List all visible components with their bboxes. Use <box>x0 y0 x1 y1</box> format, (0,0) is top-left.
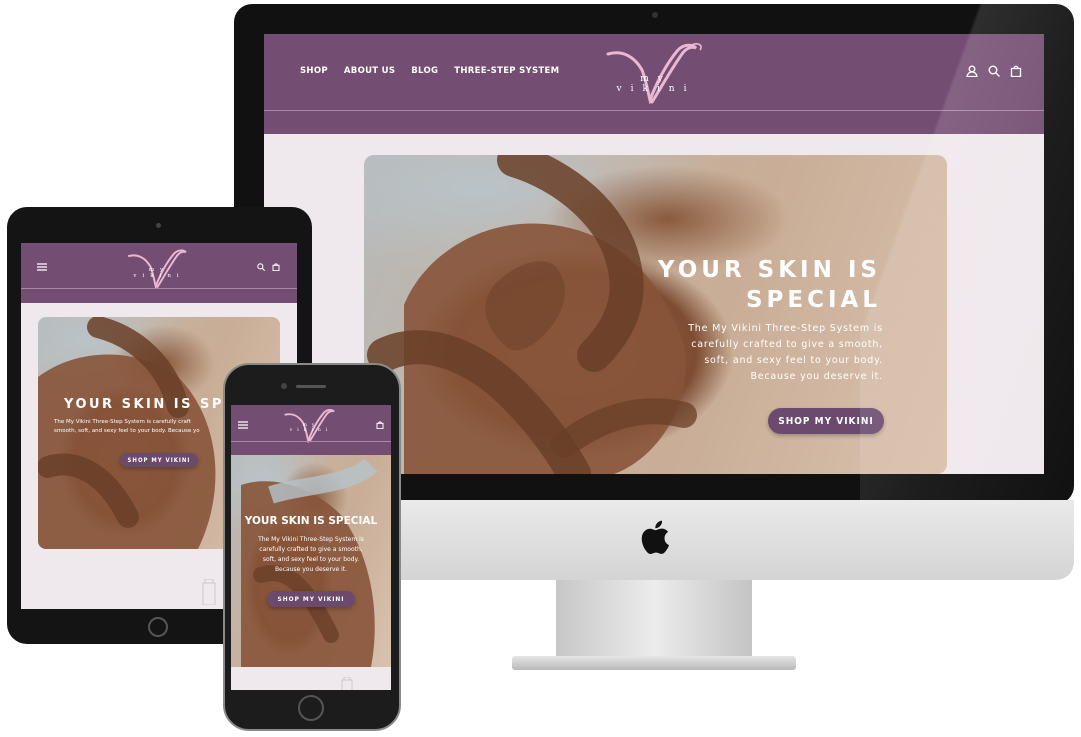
nav-item-three-step-system[interactable]: THREE-STEP SYSTEM <box>454 66 559 76</box>
phone-hero-copy: The My Vikini Three-Step System is caref… <box>231 535 391 575</box>
phone-hero-copy-line-3: soft, and sexy feel to your body. <box>262 556 360 563</box>
tablet-hero-copy-line-2: smooth, soft, and sexy feel to your body… <box>54 428 200 434</box>
phone-screen: my vikini YOUR SKIN IS SPECIAL The My Vi… <box>231 405 391 690</box>
imac-foot <box>512 656 796 670</box>
product-bottle-icon <box>202 579 216 605</box>
nav-item-shop[interactable]: SHOP <box>300 66 328 76</box>
tablet-camera <box>156 223 161 228</box>
tablet-cart-icon[interactable] <box>272 263 280 271</box>
tablet-logo-text: my vikini <box>133 267 185 279</box>
phone-product-bottle-icon <box>341 677 353 690</box>
hero-copy-line-2: carefully crafted to give a smooth, <box>691 339 883 350</box>
tablet-home-button <box>148 617 168 637</box>
tablet-brand-logo[interactable]: my vikini <box>119 247 199 289</box>
phone-hero-copy-line-1: The My Vikini Three-Step System is <box>258 536 364 543</box>
nav-item-about-us[interactable]: ABOUT US <box>344 66 395 76</box>
phone-home-button <box>298 695 324 721</box>
tablet-header-divider <box>21 288 297 289</box>
phone-hamburger-menu-icon[interactable] <box>238 421 248 429</box>
tablet-header: my vikini <box>21 243 297 303</box>
desktop-hero-title: YOUR SKIN IS SPECIAL <box>658 255 881 315</box>
tablet-search-icon[interactable] <box>257 263 265 271</box>
hero-copy-line-4: Because you deserve it. <box>750 371 883 382</box>
phone-header: my vikini <box>231 405 391 455</box>
hero-copy-line-3: soft, and sexy feel to your body. <box>704 355 883 366</box>
hero-title-line-1: YOUR SKIN IS <box>657 257 881 283</box>
phone-hero-title: YOUR SKIN IS SPECIAL <box>244 515 378 527</box>
tablet-hero-copy: The My Vikini Three-Step System is caref… <box>54 418 200 436</box>
tablet-hero-copy-line-1: The My Vikini Three-Step System is caref… <box>54 419 191 425</box>
imac-glare <box>860 4 1074 504</box>
phone-header-divider <box>231 441 391 442</box>
nav-item-blog[interactable]: BLOG <box>411 66 438 76</box>
phone-shop-my-vikini-button[interactable]: SHOP MY VIKINI <box>267 591 355 607</box>
phone-hero-copy-line-2: carefully crafted to give a smooth, <box>259 546 363 553</box>
phone-hero-banner: YOUR SKIN IS SPECIAL The My Vikini Three… <box>231 455 391 667</box>
logo-text: my vikini <box>616 74 696 94</box>
apple-logo-icon <box>641 520 669 555</box>
phone-brand-logo[interactable]: my vikini <box>279 407 343 443</box>
imac-camera <box>652 12 658 18</box>
phone-camera <box>281 383 287 389</box>
hero-title-line-2: SPECIAL <box>745 287 881 313</box>
phone-speaker <box>296 385 326 388</box>
desktop-nav-menu: SHOP ABOUT US BLOG THREE-STEP SYSTEM <box>300 66 559 76</box>
imac-stand <box>556 580 752 660</box>
brand-logo[interactable]: my vikini <box>600 40 710 104</box>
phone-hero-copy-line-4: Because you deserve it. <box>274 566 348 573</box>
hero-copy-line-1: The My Vikini Three-Step System is <box>688 323 883 334</box>
phone-cart-icon[interactable] <box>376 421 384 429</box>
phone-logo-text: my vikini <box>289 423 333 433</box>
hamburger-menu-icon[interactable] <box>37 263 47 271</box>
logo-v-mark <box>606 43 702 104</box>
desktop-hero-copy: The My Vikini Three-Step System is caref… <box>688 321 883 385</box>
tablet-shop-my-vikini-button[interactable]: SHOP MY VIKINI <box>120 453 198 467</box>
